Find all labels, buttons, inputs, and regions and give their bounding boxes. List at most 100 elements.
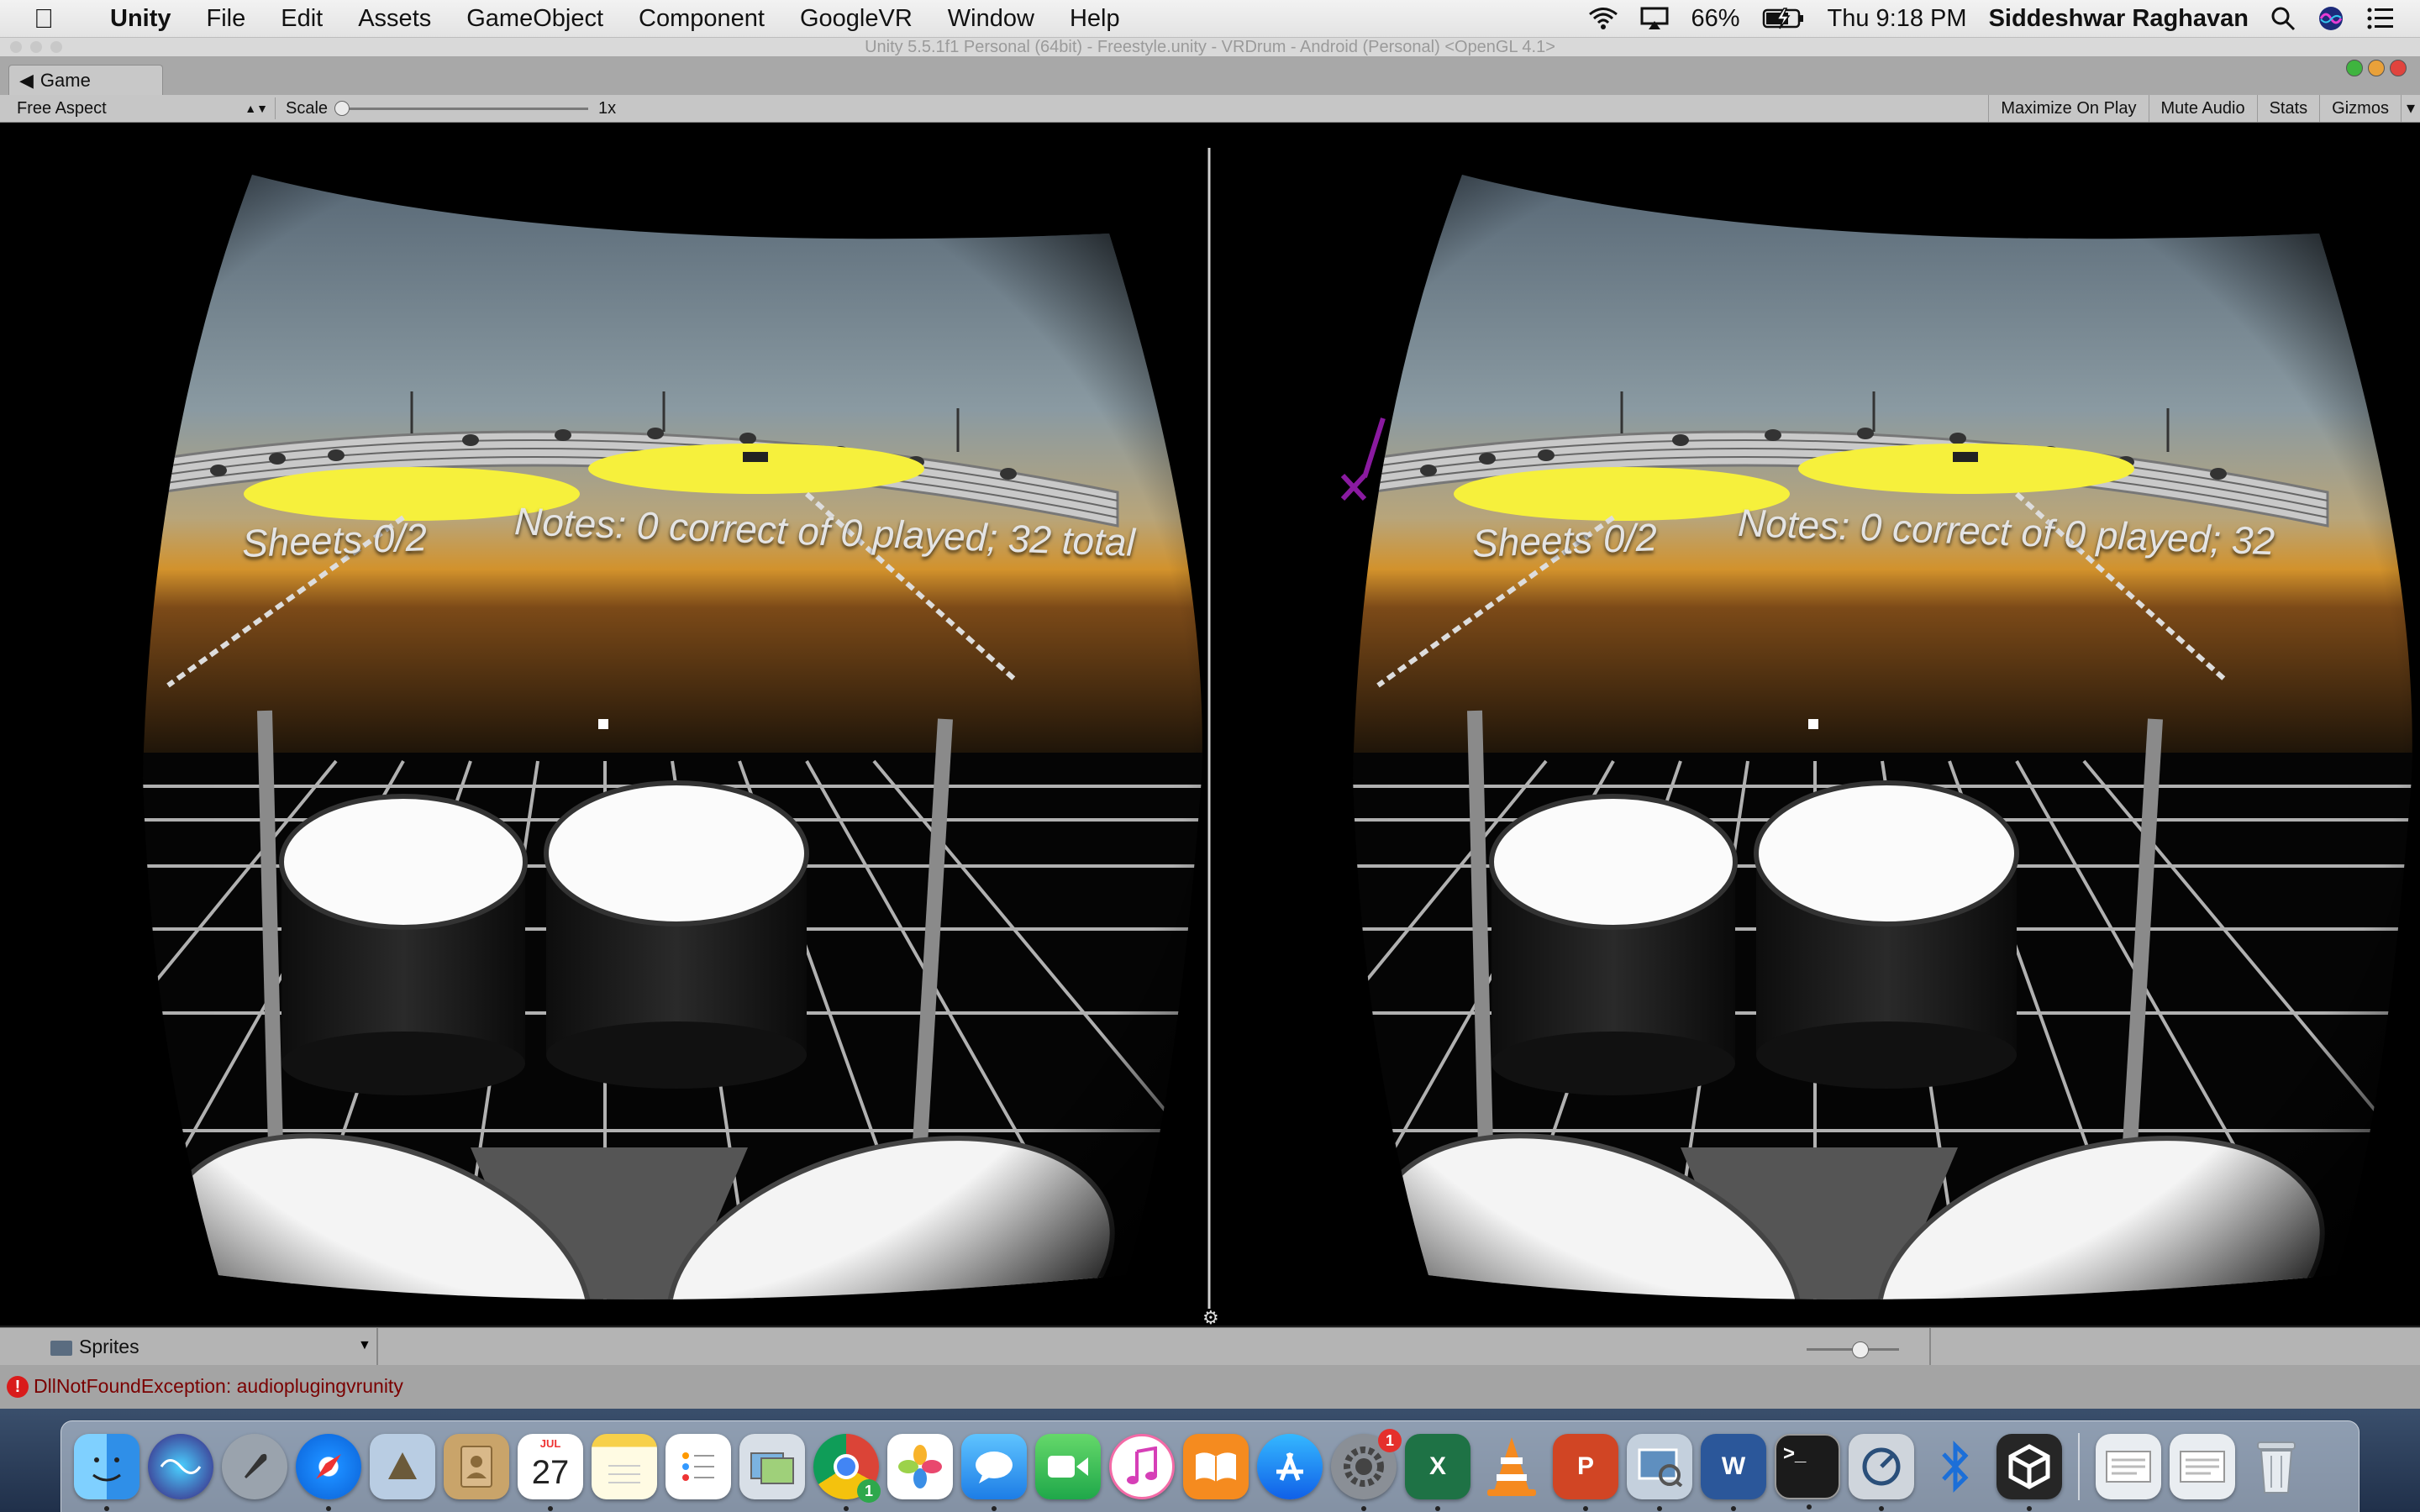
reminders-list-icon xyxy=(682,1452,714,1481)
dock-reminders[interactable] xyxy=(666,1434,731,1499)
menu-gameobject[interactable]: GameObject xyxy=(449,5,621,33)
project-right-divider xyxy=(1929,1328,1931,1365)
game-view-toolbar: Free Aspect ▲▼ Scale 1x Maximize On Play… xyxy=(0,95,2420,123)
right-sheets-counter: Sheets 0/2 xyxy=(1471,515,1658,565)
calendar-day: 27 xyxy=(531,1453,570,1491)
dock-powerpoint[interactable]: P xyxy=(1553,1434,1618,1511)
dock-unity[interactable] xyxy=(1996,1434,2062,1511)
dock-preview-app[interactable] xyxy=(370,1434,435,1499)
chrome-badge: 1 xyxy=(857,1479,881,1503)
dock-system-preferences[interactable]: 1 xyxy=(1331,1429,1402,1511)
scale-label: Scale xyxy=(286,99,329,118)
siri-wave-icon xyxy=(160,1459,202,1474)
menu-googlevr[interactable]: GoogleVR xyxy=(782,5,930,33)
menu-window[interactable]: Window xyxy=(930,5,1052,33)
apple-menu-icon[interactable]:  xyxy=(34,3,67,34)
stats-toggle[interactable]: Stats xyxy=(2256,95,2320,122)
menu-edit[interactable]: Edit xyxy=(263,5,340,33)
airplay-icon[interactable] xyxy=(1640,7,1669,30)
dock-word[interactable]: W xyxy=(1701,1434,1766,1511)
excel-letter: X xyxy=(1428,1452,1446,1480)
dock-contacts[interactable] xyxy=(444,1434,509,1499)
dock-itunes[interactable] xyxy=(1109,1434,1175,1499)
tab-game-label: Game xyxy=(39,70,91,91)
console-status-bar[interactable]: ! DllNotFoundException: audioplugingvrun… xyxy=(0,1365,2420,1409)
panel-minimize-button[interactable] xyxy=(2346,60,2363,76)
panel-window-buttons xyxy=(2346,60,2407,76)
scale-slider-handle[interactable] xyxy=(334,101,350,116)
battery-charging-icon[interactable] xyxy=(1762,8,1806,29)
project-divider[interactable] xyxy=(376,1328,378,1365)
dock-network-utility[interactable] xyxy=(1849,1434,1914,1511)
dock-finder[interactable] xyxy=(74,1434,139,1511)
dock-messages[interactable] xyxy=(961,1434,1027,1511)
dock-app-store[interactable] xyxy=(1257,1434,1323,1499)
menu-app-unity[interactable]: Unity xyxy=(92,5,189,33)
scale-slider-track[interactable] xyxy=(339,108,588,110)
dock-image-capture[interactable] xyxy=(739,1434,805,1499)
notification-center-icon[interactable] xyxy=(2366,7,2395,30)
desktop-background-strip: JUL 27 1 1 X P W >_ xyxy=(0,1409,2420,1512)
dock-notes[interactable] xyxy=(592,1434,657,1499)
dock-trash[interactable] xyxy=(2244,1434,2309,1499)
menu-assets[interactable]: Assets xyxy=(340,5,449,33)
tab-game[interactable]: ◀ Game xyxy=(8,65,163,95)
mute-audio-toggle[interactable]: Mute Audio xyxy=(2148,95,2257,122)
app-store-a-icon xyxy=(1276,1452,1303,1481)
collapse-chevron-icon[interactable]: ▼ xyxy=(358,1338,371,1353)
dock-calendar[interactable]: JUL 27 xyxy=(518,1434,583,1511)
left-sheets-counter: Sheets 0/2 xyxy=(241,515,428,565)
dock-chrome[interactable]: 1 xyxy=(813,1434,881,1511)
traffic-cone-icon xyxy=(1487,1437,1536,1496)
chrome-center-icon xyxy=(834,1454,859,1479)
clock[interactable]: Thu 9:18 PM xyxy=(1828,5,1967,33)
compass-icon xyxy=(316,1454,341,1479)
dock-ibooks[interactable] xyxy=(1183,1434,1249,1499)
game-view[interactable]: ⚙ Sheets 0/2 Notes: 0 correct of 0 playe… xyxy=(0,123,2420,1326)
folder-icon xyxy=(50,1340,72,1356)
document-thumbnail-icon xyxy=(2180,1451,2225,1483)
word-letter: W xyxy=(1721,1452,1746,1480)
dock-safari[interactable] xyxy=(296,1434,361,1511)
tab-strip: ◀ Game xyxy=(0,56,2420,95)
project-folder-sprites[interactable]: Sprites xyxy=(50,1333,139,1360)
user-name[interactable]: Siddeshwar Raghavan xyxy=(1989,5,2249,33)
vr-settings-gear-icon[interactable]: ⚙ xyxy=(1202,1307,1219,1326)
gizmos-dropdown-arrow-icon[interactable]: ▾ xyxy=(2400,95,2420,122)
window-traffic-lights[interactable] xyxy=(10,41,62,53)
menu-file[interactable]: File xyxy=(189,5,264,33)
chat-bubble-icon xyxy=(976,1452,1013,1483)
gizmos-dropdown[interactable]: Gizmos xyxy=(2319,95,2401,122)
rocket-icon xyxy=(245,1453,267,1478)
dock-bluetooth-file-exchange[interactable] xyxy=(1923,1434,1988,1499)
wifi-icon[interactable] xyxy=(1588,7,1618,30)
dock-terminal[interactable]: >_ xyxy=(1775,1434,1840,1509)
dock-siri[interactable] xyxy=(148,1434,213,1499)
spotlight-search-icon[interactable] xyxy=(2270,6,2296,31)
siri-icon[interactable] xyxy=(2317,5,2344,32)
open-book-icon xyxy=(1196,1452,1236,1482)
menu-component[interactable]: Component xyxy=(621,5,782,33)
panel-close-button[interactable] xyxy=(2390,60,2407,76)
dock-vlc[interactable] xyxy=(1479,1434,1544,1499)
dock-photos[interactable] xyxy=(887,1434,953,1499)
error-icon: ! xyxy=(7,1376,29,1398)
network-radar-icon xyxy=(1862,1447,1901,1486)
calendar-month: JUL xyxy=(539,1437,561,1450)
asset-size-slider-handle[interactable] xyxy=(1852,1341,1869,1358)
dock-facetime[interactable] xyxy=(1035,1434,1101,1499)
panel-zoom-button[interactable] xyxy=(2368,60,2385,76)
dock-document-stack-1[interactable] xyxy=(2096,1434,2161,1499)
dock-excel[interactable]: X xyxy=(1405,1434,1470,1511)
contacts-book-icon xyxy=(460,1446,492,1488)
dock-document-stack-2[interactable] xyxy=(2170,1434,2235,1499)
error-message[interactable]: DllNotFoundException: audioplugingvrunit… xyxy=(34,1365,403,1407)
dock-launchpad[interactable] xyxy=(222,1434,287,1499)
aspect-dropdown[interactable]: Free Aspect ▲▼ xyxy=(7,97,276,119)
terminal-prompt: >_ xyxy=(1783,1442,1807,1465)
menu-bar-status-area: 66% Thu 9:18 PM Siddeshwar Raghavan xyxy=(1588,0,2395,37)
notes-lines-icon xyxy=(608,1465,640,1483)
menu-help[interactable]: Help xyxy=(1052,5,1138,33)
dock-preview[interactable] xyxy=(1627,1434,1692,1511)
maximize-on-play-toggle[interactable]: Maximize On Play xyxy=(1988,95,2148,122)
